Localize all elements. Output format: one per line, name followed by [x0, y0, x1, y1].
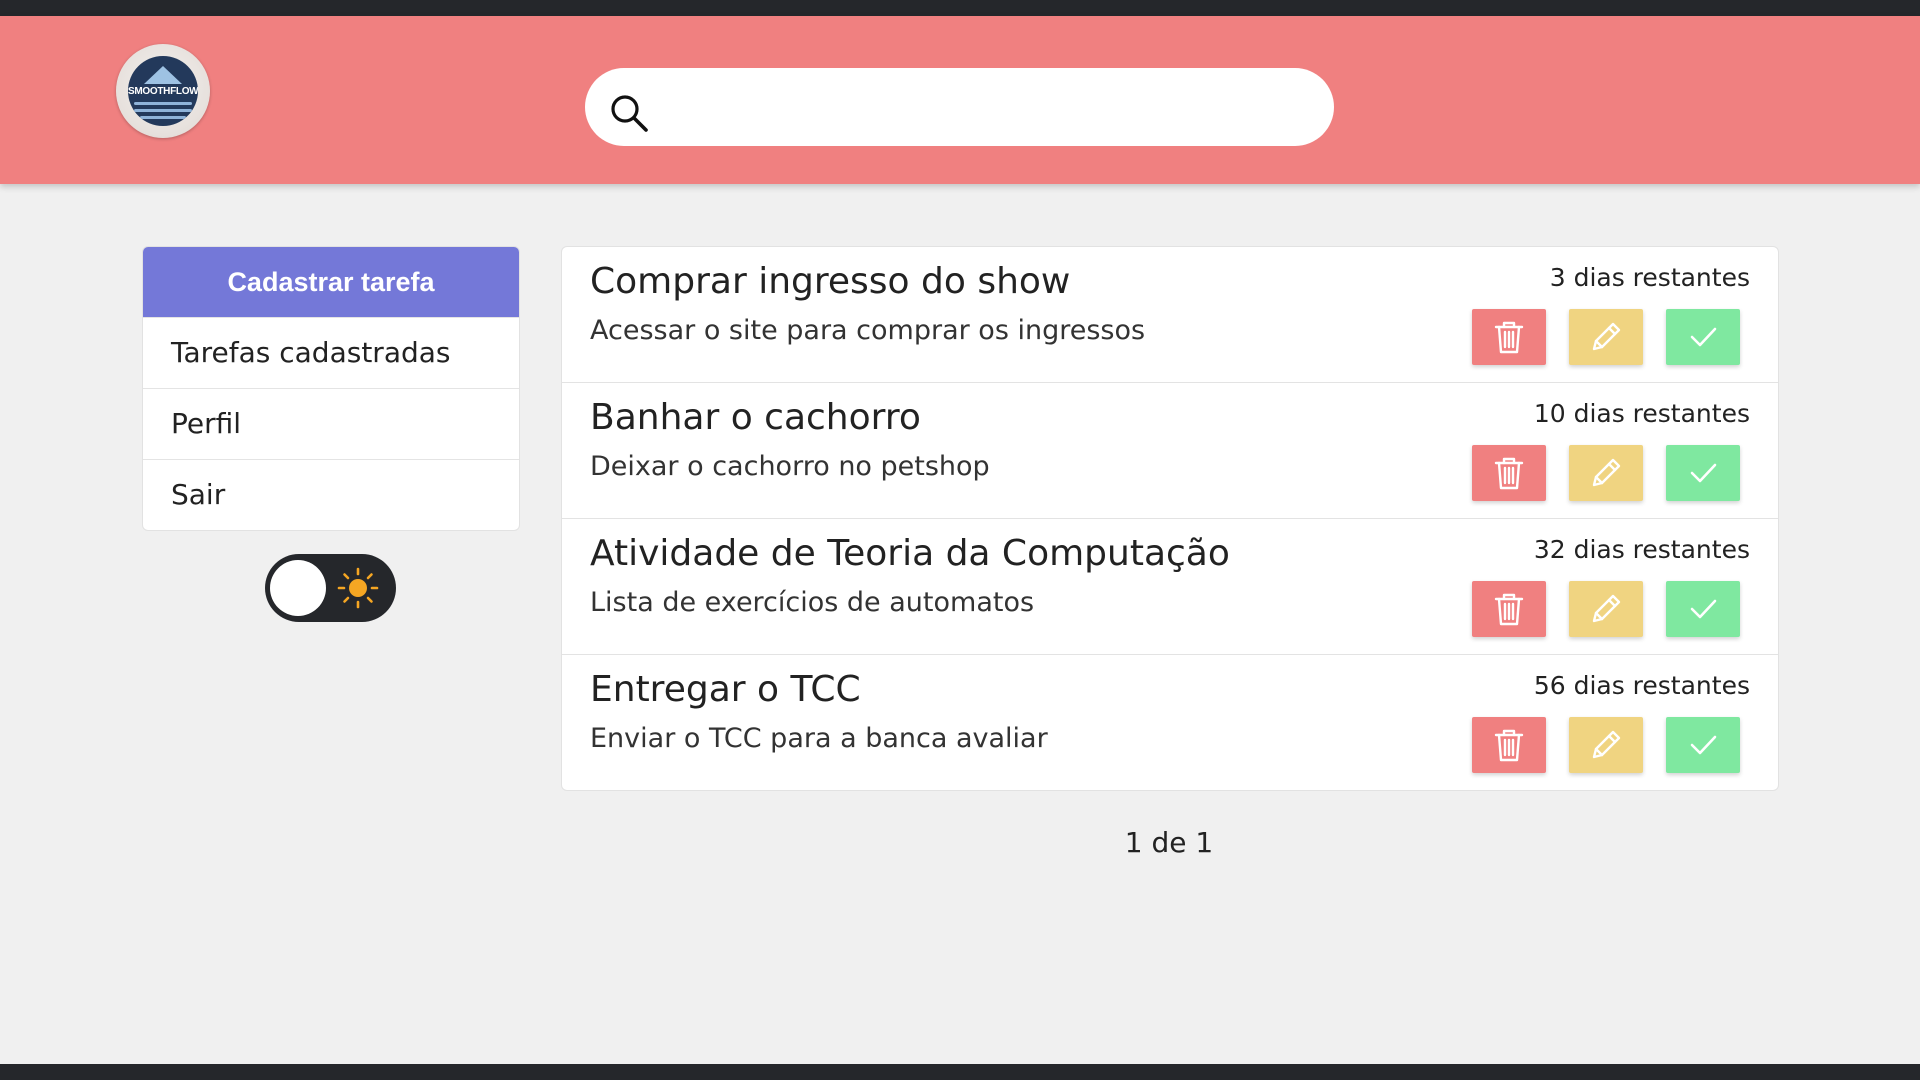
- logo-wave-icon: [134, 102, 192, 105]
- logo-text: SMOOTHFLOW: [128, 86, 198, 97]
- task-row: Comprar ingresso do show Acessar o site …: [562, 247, 1778, 382]
- pencil-icon: [1592, 458, 1621, 487]
- task-days-remaining: 3 dias restantes: [1549, 263, 1750, 292]
- task-days-remaining: 10 dias restantes: [1533, 399, 1750, 428]
- trash-icon: [1494, 321, 1524, 354]
- sidebar-menu: Cadastrar tarefa Tarefas cadastradas Per…: [142, 246, 520, 531]
- check-icon: [1690, 327, 1717, 347]
- delete-task-button[interactable]: [1472, 445, 1546, 501]
- task-title: Entregar o TCC: [590, 669, 861, 710]
- logo-wave-icon: [140, 116, 186, 119]
- app-logo[interactable]: SMOOTHFLOW: [116, 44, 210, 138]
- trash-icon: [1494, 457, 1524, 490]
- complete-task-button[interactable]: [1666, 717, 1740, 773]
- sidebar-item-tarefas-cadastradas[interactable]: Tarefas cadastradas: [143, 317, 519, 388]
- pencil-icon: [1592, 322, 1621, 351]
- complete-task-button[interactable]: [1666, 445, 1740, 501]
- theme-toggle[interactable]: [265, 554, 396, 622]
- edit-task-button[interactable]: [1569, 717, 1643, 773]
- sidebar-item-sair[interactable]: Sair: [143, 459, 519, 530]
- task-row: Entregar o TCC Enviar o TCC para a banca…: [562, 654, 1778, 790]
- sun-icon: [337, 567, 379, 609]
- window-top-border: [0, 0, 1920, 16]
- delete-task-button[interactable]: [1472, 309, 1546, 365]
- sidebar-item-cadastrar-tarefa[interactable]: Cadastrar tarefa: [143, 247, 519, 317]
- pagination-indicator: 1 de 1: [1124, 826, 1214, 859]
- check-icon: [1690, 735, 1717, 755]
- logo-wave-icon: [134, 109, 192, 112]
- task-title: Comprar ingresso do show: [590, 261, 1071, 302]
- delete-task-button[interactable]: [1472, 581, 1546, 637]
- check-icon: [1690, 463, 1717, 483]
- edit-task-button[interactable]: [1569, 581, 1643, 637]
- edit-task-button[interactable]: [1569, 445, 1643, 501]
- logo-mountain-icon: [144, 66, 182, 84]
- task-row: Banhar o cachorro Deixar o cachorro no p…: [562, 382, 1778, 518]
- window-bottom-border: [0, 1064, 1920, 1080]
- search-bar[interactable]: [585, 68, 1334, 146]
- task-list: Comprar ingresso do show Acessar o site …: [561, 246, 1779, 791]
- delete-task-button[interactable]: [1472, 717, 1546, 773]
- search-input[interactable]: [663, 82, 1307, 134]
- logo-emblem: SMOOTHFLOW: [128, 56, 198, 126]
- trash-icon: [1494, 729, 1524, 762]
- task-description: Lista de exercícios de automatos: [590, 587, 1035, 618]
- task-description: Acessar o site para comprar os ingressos: [590, 315, 1146, 346]
- pencil-icon: [1592, 730, 1621, 759]
- task-title: Atividade de Teoria da Computação: [590, 533, 1230, 574]
- sidebar-item-perfil[interactable]: Perfil: [143, 388, 519, 459]
- task-days-remaining: 32 dias restantes: [1533, 535, 1750, 564]
- task-description: Enviar o TCC para a banca avaliar: [590, 723, 1048, 754]
- task-title: Banhar o cachorro: [590, 397, 921, 438]
- complete-task-button[interactable]: [1666, 309, 1740, 365]
- pencil-icon: [1592, 594, 1621, 623]
- edit-task-button[interactable]: [1569, 309, 1643, 365]
- complete-task-button[interactable]: [1666, 581, 1740, 637]
- task-description: Deixar o cachorro no petshop: [590, 451, 990, 482]
- task-days-remaining: 56 dias restantes: [1533, 671, 1750, 700]
- check-icon: [1690, 599, 1717, 619]
- trash-icon: [1494, 593, 1524, 626]
- app-header: SMOOTHFLOW: [0, 16, 1920, 184]
- task-row: Atividade de Teoria da Computação Lista …: [562, 518, 1778, 654]
- search-icon[interactable]: [609, 93, 649, 133]
- toggle-knob: [270, 560, 326, 616]
